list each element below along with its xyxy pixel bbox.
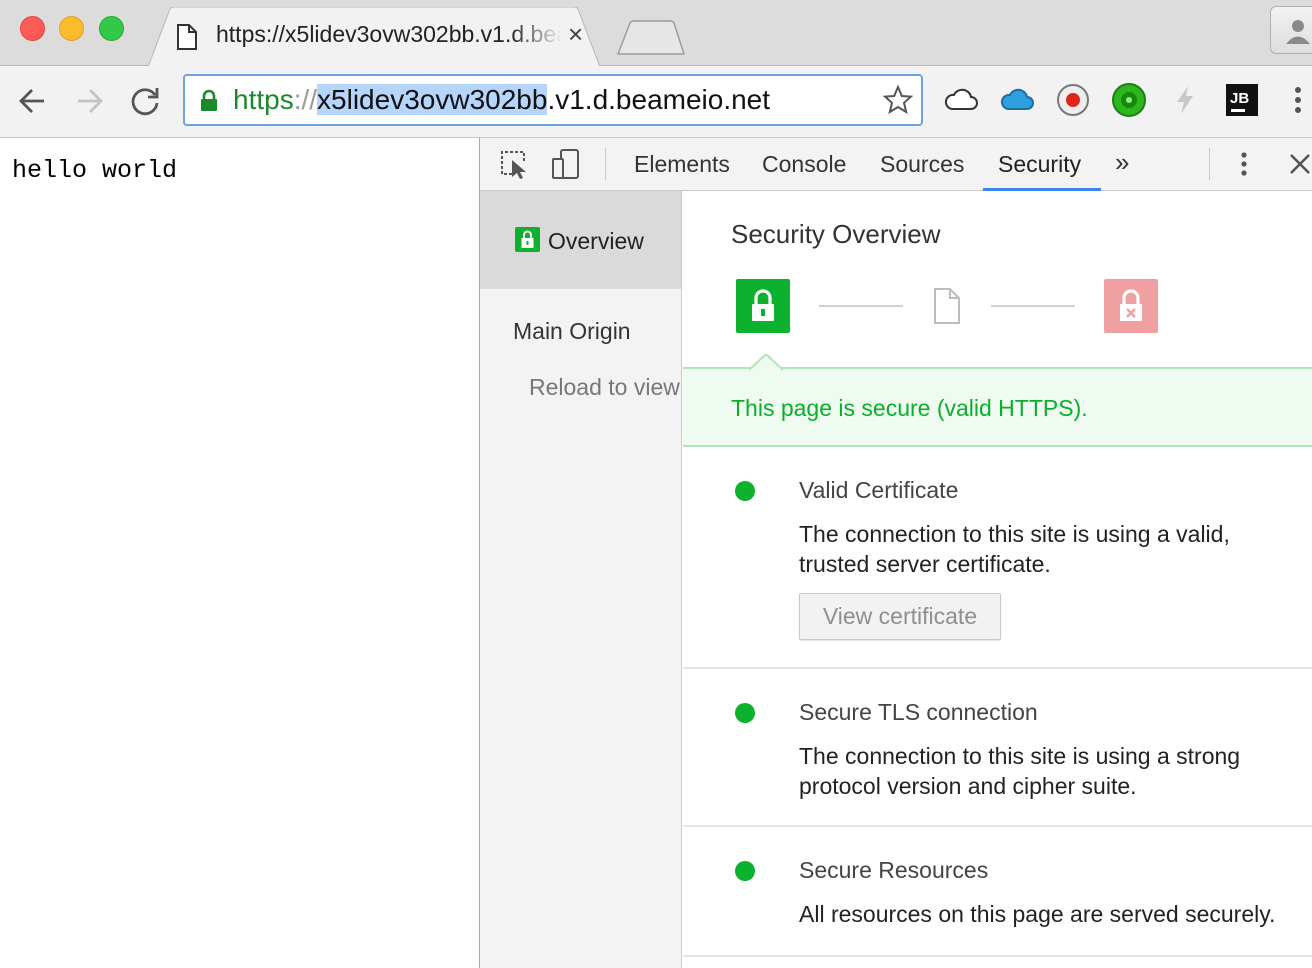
tab-console[interactable]: Console <box>762 151 846 178</box>
devtools-panel: Elements Console Sources Security » Over… <box>479 138 1312 968</box>
tab-elements[interactable]: Elements <box>634 151 730 178</box>
section-description: The connection to this site is using a s… <box>799 743 1241 799</box>
cloud-outline-icon[interactable] <box>943 82 979 118</box>
record-icon[interactable] <box>1055 82 1091 118</box>
security-section-tls: Secure TLS connection The connection to … <box>683 669 1312 827</box>
section-title: Secure Resources <box>799 857 989 883</box>
status-dot-icon <box>735 861 755 881</box>
lightning-icon[interactable] <box>1167 82 1203 118</box>
url-text[interactable]: https://x5lidev3ovw302bb.v1.d.beameio.ne… <box>233 83 770 117</box>
status-dot-icon <box>735 481 755 501</box>
view-certificate-button[interactable]: View certificate <box>799 593 1001 640</box>
insecure-lock-icon <box>1104 279 1158 333</box>
connector-line <box>819 305 903 307</box>
secure-lock-icon <box>736 279 790 333</box>
address-bar[interactable]: https://x5lidev3ovw302bb.v1.d.beameio.ne… <box>183 74 923 126</box>
document-icon <box>176 23 198 56</box>
section-description: All resources on this page are served se… <box>799 901 1276 927</box>
window-close-button[interactable] <box>20 16 45 41</box>
secure-lock-icon <box>515 227 540 252</box>
more-tabs-icon[interactable]: » <box>1115 147 1129 178</box>
sidebar-item-label: Overview <box>548 228 644 254</box>
bookmark-star-icon[interactable] <box>882 84 914 120</box>
url-separator: :// <box>293 84 318 115</box>
tab-sources[interactable]: Sources <box>880 151 964 178</box>
arrow-left-icon <box>19 89 44 113</box>
connector-line <box>991 305 1075 307</box>
forward-button[interactable] <box>72 84 106 118</box>
toolbar-divider <box>1209 148 1210 180</box>
url-host-selected: x5lidev3ovw302bb <box>317 84 548 115</box>
tab-close-icon[interactable]: × <box>568 20 583 48</box>
close-devtools-icon[interactable] <box>1286 148 1312 185</box>
tab-security[interactable]: Security <box>998 151 1081 178</box>
page-content: hello world <box>0 138 479 968</box>
window-minimize-button[interactable] <box>59 16 84 41</box>
sidebar-item-overview[interactable]: Overview <box>480 191 681 289</box>
tab-title: https://x5lidev3ovw302bb.v1.d.beameio.ne… <box>216 21 562 47</box>
jb-label: JB <box>1230 90 1249 107</box>
security-overview-panel: Security Overview This page is secure (v… <box>683 191 1312 968</box>
sidebar-reload-hint: Reload to view <box>529 374 680 400</box>
cloud-blue-icon[interactable] <box>999 82 1035 118</box>
device-toolbar-icon[interactable] <box>550 148 582 185</box>
toolbar-divider <box>605 148 606 180</box>
document-icon <box>933 287 961 330</box>
section-title: Valid Certificate <box>799 477 959 503</box>
chrome-menu-icon[interactable] <box>1280 82 1312 118</box>
arrow-right-icon <box>78 89 103 113</box>
profile-button[interactable] <box>1270 6 1312 54</box>
security-sidebar: Overview Main Origin Reload to view <box>480 191 682 968</box>
browser-toolbar: https://x5lidev3ovw302bb.v1.d.beameio.ne… <box>0 66 1312 138</box>
person-icon <box>1286 20 1310 44</box>
devtools-tab-bar: Elements Console Sources Security » <box>480 138 1312 191</box>
security-section-resources: Secure Resources All resources on this p… <box>683 827 1312 957</box>
reload-icon <box>131 88 159 116</box>
inspect-element-icon[interactable] <box>498 148 530 185</box>
lock-icon <box>199 89 219 118</box>
new-tab-button[interactable] <box>616 20 686 61</box>
tab-strip: https://x5lidev3ovw302bb.v1.d.beameio.ne… <box>0 0 1312 67</box>
section-description: The connection to this site is using a v… <box>799 521 1230 577</box>
url-scheme: https <box>233 84 294 115</box>
security-section-certificate: Valid Certificate The connection to this… <box>683 447 1312 669</box>
back-button[interactable] <box>16 84 50 118</box>
jb-icon[interactable]: JB <box>1224 82 1260 118</box>
sidebar-heading-main-origin: Main Origin <box>513 318 631 344</box>
page-text: hello world <box>12 156 178 185</box>
window-maximize-button[interactable] <box>99 16 124 41</box>
banner-caret <box>749 354 783 371</box>
page-title: Security Overview <box>731 219 941 249</box>
reload-button[interactable] <box>128 84 162 118</box>
url-host-rest: .v1.d.beameio.net <box>547 84 771 115</box>
browser-tab[interactable]: https://x5lidev3ovw302bb.v1.d.beameio.ne… <box>148 7 600 67</box>
security-summary-text: This page is secure (valid HTTPS). <box>731 395 1088 421</box>
green-circle-icon[interactable] <box>1111 82 1147 118</box>
section-title: Secure TLS connection <box>799 699 1038 725</box>
devtools-menu-icon[interactable] <box>1234 148 1254 185</box>
status-dot-icon <box>735 703 755 723</box>
security-summary-banner: This page is secure (valid HTTPS). <box>683 354 1312 447</box>
